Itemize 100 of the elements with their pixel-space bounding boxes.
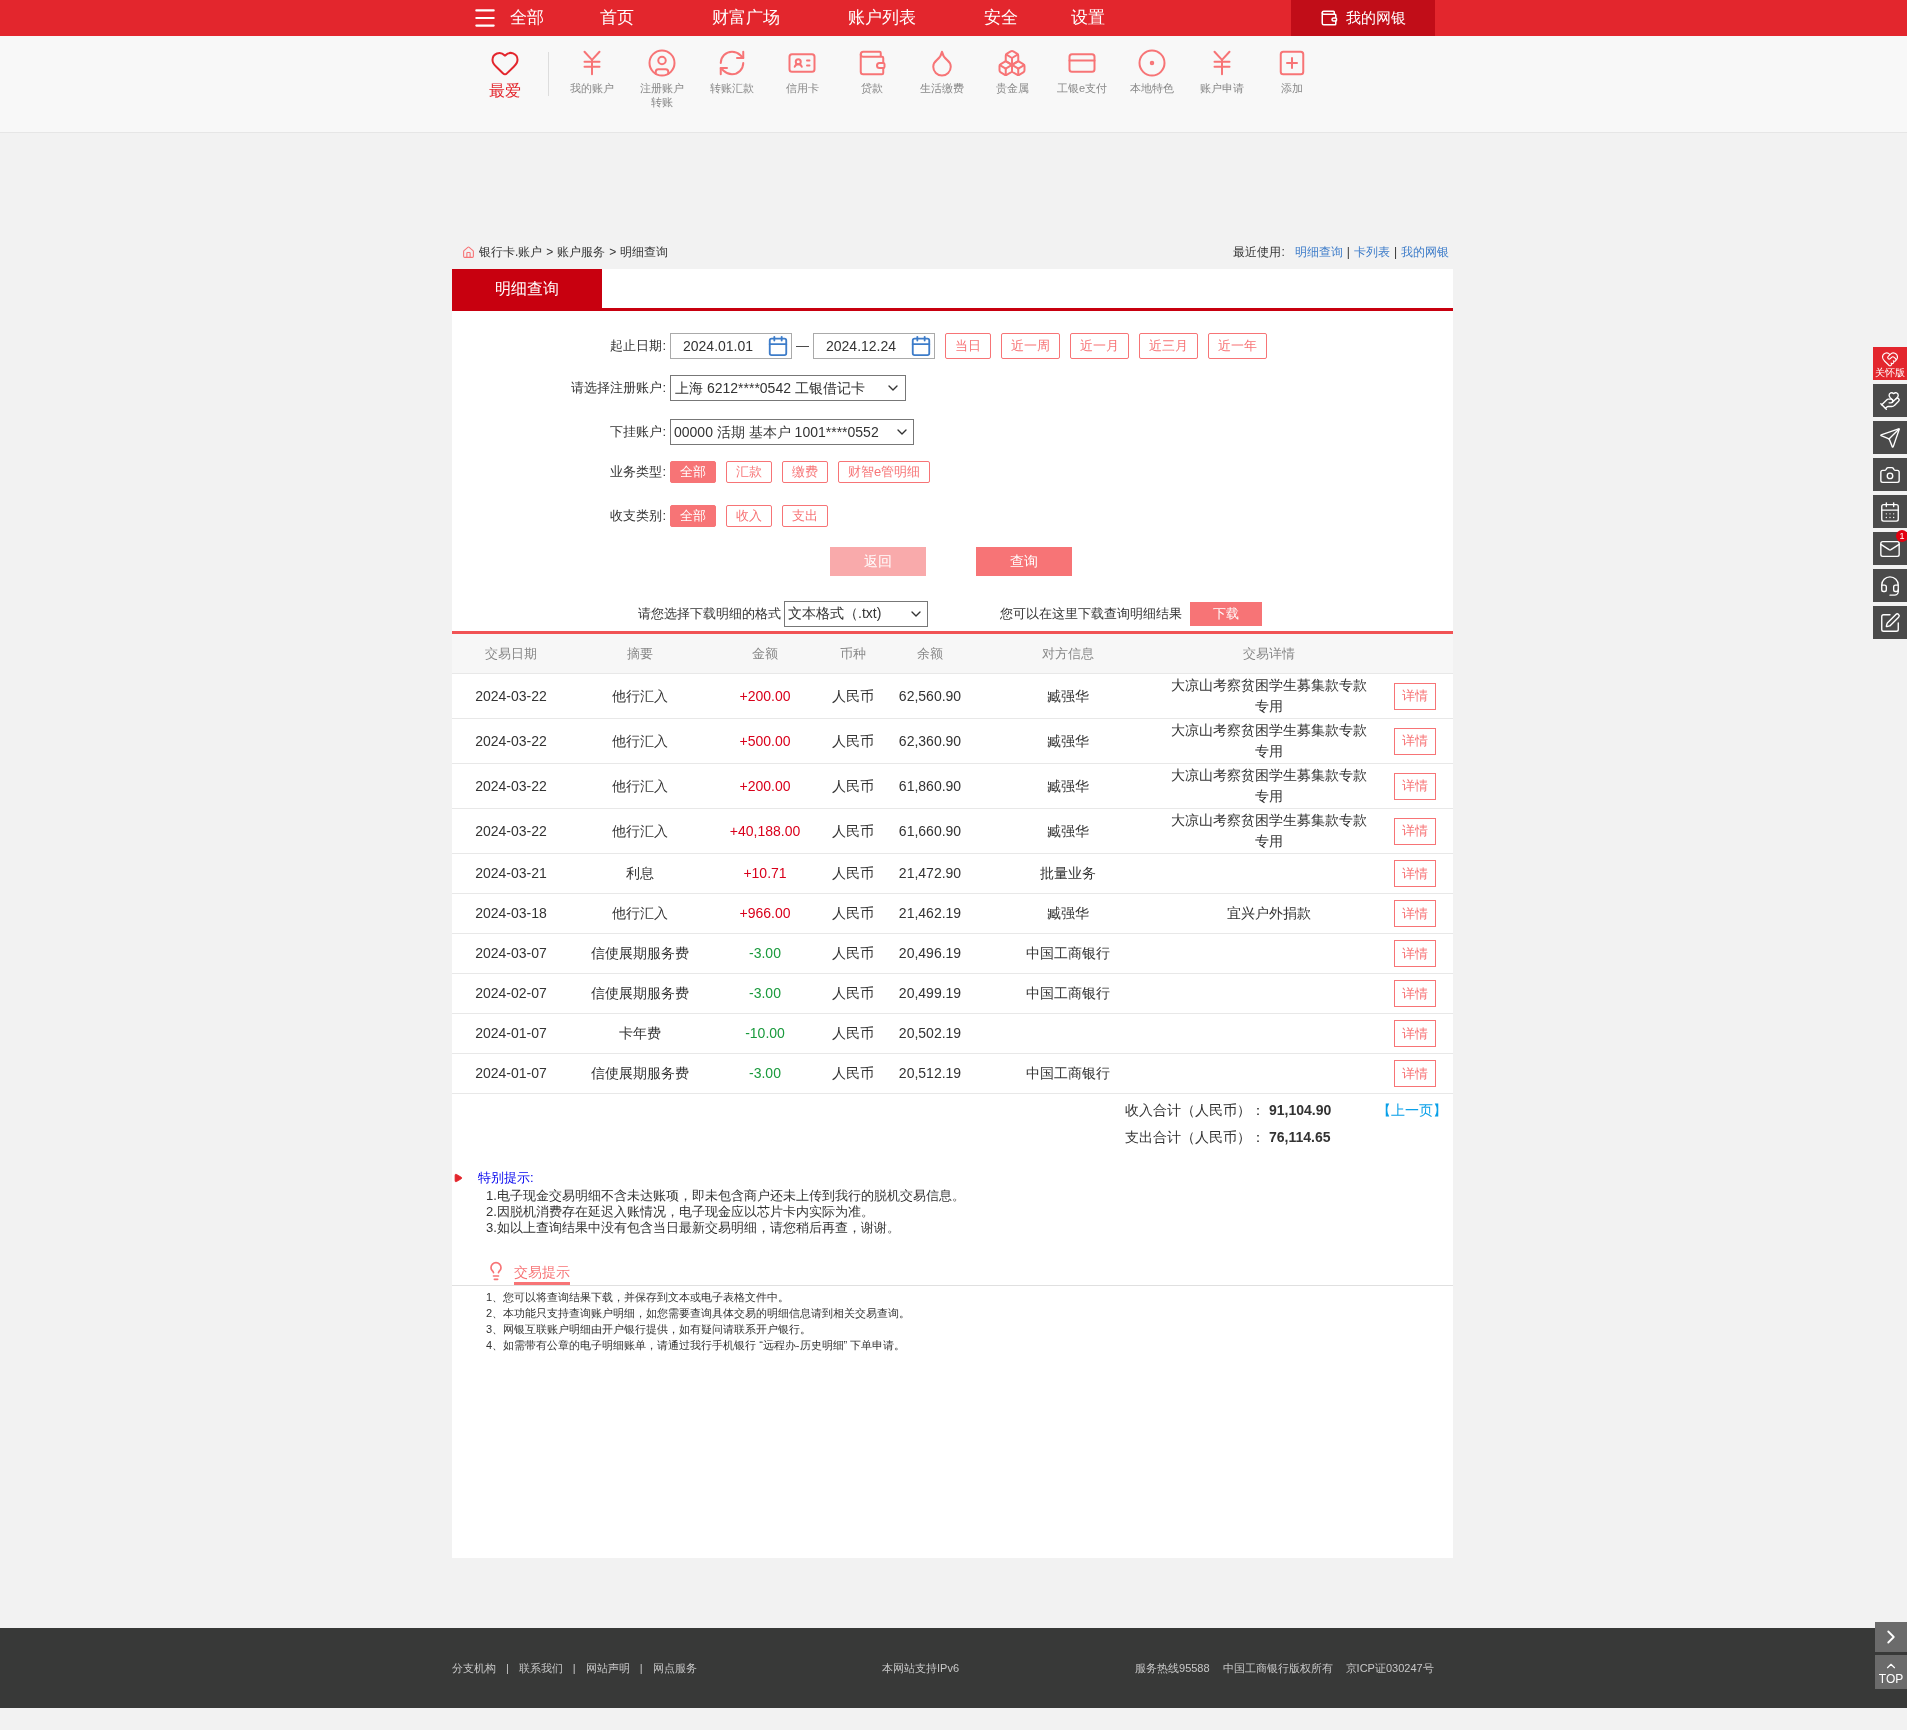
footer-link[interactable]: 网点服务 [652, 1659, 697, 1677]
side-tool-button[interactable] [1873, 384, 1907, 417]
date-range-button[interactable]: 近一月 [1070, 333, 1129, 359]
collapse-button[interactable] [1875, 1622, 1907, 1652]
recent-link[interactable]: 卡列表 [1353, 243, 1390, 261]
side-tool-button[interactable]: 关怀版 [1873, 347, 1907, 380]
nav-item[interactable]: 账户列表 [848, 5, 916, 31]
column-header: 币种 [838, 644, 867, 663]
table-cell-text: 信使展期服务费 [590, 944, 690, 963]
side-tool-button[interactable] [1873, 458, 1907, 491]
notice-item: 3.如以上查询结果中没有包含当日最新交易明细，请您稍后再查，谢谢。 [485, 1219, 901, 1236]
my-bank-button[interactable]: 我的网银 [1291, 0, 1435, 36]
business-type-option[interactable]: 汇款 [726, 461, 772, 483]
query-button[interactable]: 查询 [976, 547, 1072, 576]
flow-type-option[interactable]: 支出 [782, 505, 828, 527]
breadcrumb-item[interactable]: 账户服务 [557, 243, 606, 261]
tip-item: 2、本功能只支持查询账户明细，如您需要查询具体交易的明细信息请到相关交易查询。 [486, 1305, 912, 1321]
table-cell-text: 人民币 [830, 776, 875, 796]
sub-account-select[interactable]: 00000 活期 基本户 1001****0552 [670, 419, 914, 445]
recent-link[interactable]: 明细查询 [1294, 243, 1343, 261]
business-type-option[interactable]: 全部 [670, 461, 716, 483]
side-tool-button[interactable] [1873, 495, 1907, 528]
quick-link[interactable]: 我的账户 [557, 48, 627, 95]
icp-text: 京ICP证030247号 [1345, 1660, 1434, 1676]
field-label: 起止日期: [609, 337, 667, 356]
details-button[interactable]: 详情 [1394, 1020, 1436, 1047]
nav-item[interactable]: 设置 [1071, 5, 1105, 31]
details-button[interactable]: 详情 [1394, 1060, 1436, 1087]
breadcrumb-item[interactable]: 明细查询 [620, 243, 669, 261]
notice-item: 2.因脱机消费存在延迟入账情况，电子现金应以芯片卡内实际为准。 [485, 1203, 875, 1220]
download-button[interactable]: 下载 [1190, 601, 1262, 626]
footer-separator: | [572, 1660, 576, 1676]
quick-link[interactable]: 转账汇款 [697, 48, 767, 95]
details-button[interactable]: 详情 [1394, 727, 1436, 755]
recent-link[interactable]: 我的网银 [1401, 243, 1449, 261]
footer-separator: | [639, 1660, 643, 1676]
date-range-button[interactable]: 近三月 [1139, 333, 1198, 359]
nav-item[interactable]: 安全 [984, 5, 1018, 31]
start-date-field[interactable]: 2024.01.01 [670, 333, 792, 359]
calendar-icon[interactable] [910, 335, 932, 357]
hotline-text: 服务热线95588 [1135, 1660, 1210, 1676]
tip-item: 1、您可以将查询结果下载，并保存到文本或电子表格文件中。 [486, 1289, 791, 1305]
nav-item[interactable]: 财富广场 [712, 5, 780, 31]
details-button[interactable]: 详情 [1394, 860, 1436, 887]
previous-page-link[interactable]: 【上一页】 [1377, 1100, 1448, 1121]
table-cell-text: 62,360.90 [897, 731, 963, 751]
my-bank-label: 我的网银 [1346, 7, 1406, 28]
flow-type-option[interactable]: 全部 [670, 505, 716, 527]
details-button[interactable]: 详情 [1394, 682, 1436, 710]
back-to-top-button[interactable]: TOP [1875, 1655, 1907, 1689]
business-type-option[interactable]: 财智e管明细 [838, 461, 931, 483]
details-button[interactable]: 详情 [1394, 772, 1436, 800]
quick-link[interactable]: 贵金属 [977, 48, 1047, 95]
calendar-icon [1879, 500, 1901, 523]
amount-cell-text: +500.00 [738, 731, 792, 751]
quick-link[interactable]: 贷款 [837, 48, 907, 95]
details-button[interactable]: 详情 [1394, 980, 1436, 1007]
amount-cell-text: +966.00 [738, 904, 792, 923]
quick-link[interactable]: 信用卡 [767, 48, 837, 95]
side-tool-button[interactable]: 1 [1873, 532, 1907, 565]
table-cell-text: 他行汇入 [611, 686, 669, 706]
field-label: 请选择注册账户: [570, 379, 667, 398]
date-range-button[interactable]: 近一周 [1001, 333, 1060, 359]
quick-link[interactable]: 本地特色 [1117, 48, 1187, 95]
date-range-button[interactable]: 当日 [945, 333, 991, 359]
details-button[interactable]: 详情 [1394, 817, 1436, 845]
quick-link[interactable]: 注册账户转账 [627, 48, 697, 109]
nav-item[interactable]: 全部 [510, 5, 544, 31]
calendar-icon[interactable] [767, 335, 789, 357]
copyright-text: 中国工商银行版权所有 [1222, 1660, 1333, 1676]
quick-link-label: 添加 [1280, 81, 1304, 95]
table-cell-text: 卡年费 [618, 1024, 662, 1043]
table-cell-text: 大凉山考察贫困学生募集款专款专用 [1170, 766, 1368, 806]
details-button[interactable]: 详情 [1394, 940, 1436, 967]
end-date-field[interactable]: 2024.12.24 [813, 333, 935, 359]
amount-cell-text: -10.00 [744, 1024, 786, 1043]
hand-heart-icon [1879, 389, 1901, 412]
quick-link[interactable]: 账户申请 [1187, 48, 1257, 95]
table-cell-text: 信使展期服务费 [590, 984, 690, 1003]
business-type-option[interactable]: 缴费 [782, 461, 828, 483]
nav-item[interactable]: 首页 [600, 5, 634, 31]
quick-link[interactable]: 工银e支付 [1047, 48, 1117, 95]
side-tool-button[interactable] [1873, 606, 1907, 639]
flow-type-option[interactable]: 收入 [726, 505, 772, 527]
active-tab[interactable]: 明细查询 [452, 269, 602, 308]
side-tool-label: 关怀版 [1875, 367, 1905, 378]
side-tool-button[interactable] [1873, 569, 1907, 602]
ipv6-note: 本网站支持IPv6 [882, 1660, 959, 1676]
account-select[interactable]: 上海 6212****0542 工银借记卡 [670, 375, 906, 401]
footer-link[interactable]: 联系我们 [518, 1659, 563, 1677]
quick-link[interactable]: 生活缴费 [907, 48, 977, 95]
breadcrumb-item[interactable]: 银行卡.账户 [479, 243, 543, 261]
side-tool-button[interactable] [1873, 421, 1907, 454]
date-range-button[interactable]: 近一年 [1208, 333, 1267, 359]
quick-link[interactable]: 最爱 [470, 48, 540, 98]
footer-link[interactable]: 分支机构 [452, 1659, 496, 1677]
format-select[interactable]: 文本格式（.txt) [784, 600, 928, 627]
details-button[interactable]: 详情 [1394, 900, 1436, 927]
quick-link[interactable]: 添加 [1257, 48, 1327, 95]
footer-link[interactable]: 网站声明 [585, 1659, 630, 1677]
